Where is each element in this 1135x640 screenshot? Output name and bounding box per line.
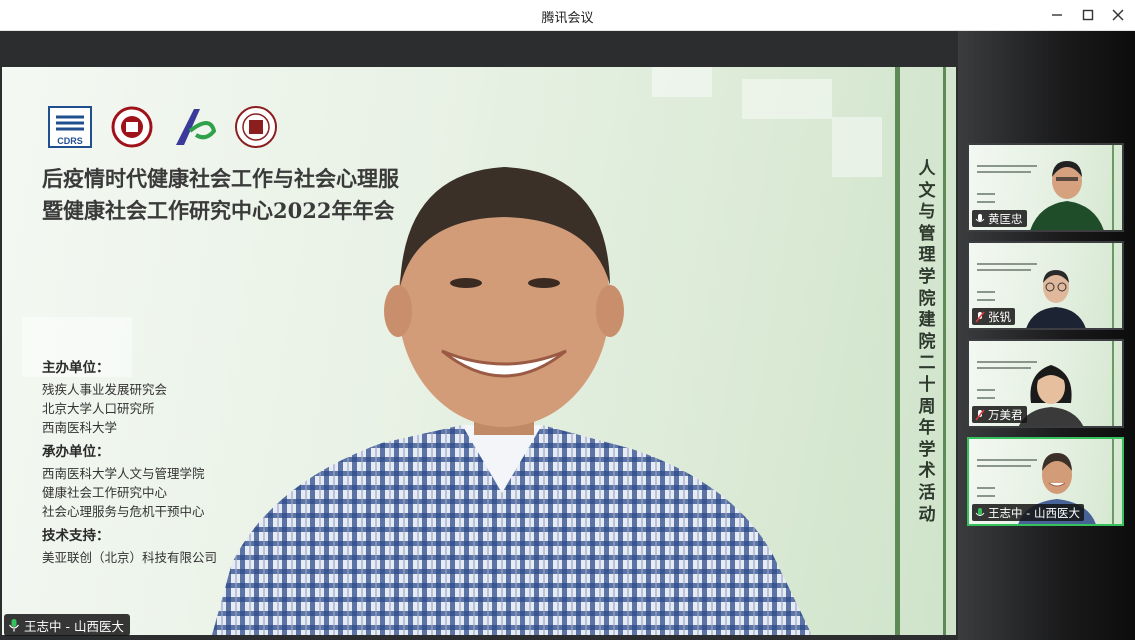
peking-university-logo-icon <box>108 105 156 149</box>
participant-video <box>1030 161 1104 230</box>
slide-divider-line <box>943 67 946 635</box>
minimize-button[interactable] <box>1044 4 1070 26</box>
tech-item: 美亚联创（北京）科技有限公司 <box>42 550 218 565</box>
participant-name: 黄匡忠 <box>988 211 1023 226</box>
window-title: 腾讯会议 <box>541 11 594 26</box>
host-item: 西南医科大学 <box>42 420 118 435</box>
participant-name-tag: 张钒 <box>972 308 1015 325</box>
speaker-video <box>212 167 812 635</box>
main-video-stage[interactable]: CDRS 后疫情时代健康社会工作与社会心理服 暨健康社会工作研究中心2022年年… <box>0 31 958 640</box>
participant-sidebar: 黄匡忠 张钒 万美君 王志中 - 山西医大 <box>958 31 1135 640</box>
mic-muted-icon <box>975 409 985 420</box>
mic-on-icon <box>9 619 19 632</box>
slide-divider-line <box>895 67 900 635</box>
svg-text:CDRS: CDRS <box>57 136 83 146</box>
mic-on-icon <box>975 507 985 516</box>
organizer-item: 社会心理服务与危机干预中心 <box>42 504 205 519</box>
organizer-item: 健康社会工作研究中心 <box>42 485 168 500</box>
lr-logo-icon <box>170 105 218 149</box>
organizer-heading: 承办单位： <box>42 444 110 460</box>
participant-video <box>1026 270 1086 328</box>
main-speaker-name-tag: 王志中 - 山西医大 <box>4 614 130 636</box>
participant-name: 王志中 - 山西医大 <box>988 505 1080 520</box>
title-bar: 腾讯会议 <box>0 0 1135 31</box>
mic-muted-icon <box>975 311 985 322</box>
tech-support: 技术支持： 美亚联创（北京）科技有限公司 <box>42 527 217 567</box>
participant-tile[interactable]: 黄匡忠 <box>967 143 1124 232</box>
participant-name-tag: 王志中 - 山西医大 <box>972 504 1084 521</box>
minimize-icon <box>1052 14 1062 16</box>
mic-on-icon <box>975 213 985 222</box>
maximize-icon <box>1082 9 1094 21</box>
maximize-button[interactable] <box>1075 4 1101 26</box>
host-units: 主办单位： 残疾人事业发展研究会 北京大学人口研究所 西南医科大学 <box>42 359 167 437</box>
participant-tile[interactable]: 张钒 <box>967 241 1124 330</box>
participant-name-tag: 黄匡忠 <box>972 210 1027 227</box>
organizer-units: 承办单位： 西南医科大学人文与管理学院 健康社会工作研究中心 社会心理服务与危机… <box>42 443 205 521</box>
participant-name: 万美君 <box>988 407 1023 422</box>
participant-name-tag: 万美君 <box>972 406 1027 423</box>
sponsor-logos: CDRS <box>46 105 280 149</box>
shared-slide-background: CDRS 后疫情时代健康社会工作与社会心理服 暨健康社会工作研究中心2022年年… <box>2 67 956 635</box>
close-button[interactable] <box>1105 4 1131 26</box>
organizer-item: 西南医科大学人文与管理学院 <box>42 466 205 481</box>
host-heading: 主办单位： <box>42 360 110 376</box>
host-item: 残疾人事业发展研究会 <box>42 382 168 397</box>
host-item: 北京大学人口研究所 <box>42 401 155 416</box>
participant-name: 张钒 <box>988 309 1011 324</box>
tech-heading: 技术支持： <box>42 528 110 544</box>
participant-tile-active[interactable]: 王志中 - 山西医大 <box>967 437 1124 526</box>
medical-university-logo-icon <box>232 105 280 149</box>
slide-vertical-text: 人文与管理学院建院二十周年学术活动 <box>918 159 936 525</box>
participant-tile[interactable]: 万美君 <box>967 339 1124 428</box>
close-icon <box>1112 9 1124 21</box>
cdrs-logo-icon: CDRS <box>46 105 94 149</box>
main-speaker-name: 王志中 - 山西医大 <box>24 618 124 634</box>
